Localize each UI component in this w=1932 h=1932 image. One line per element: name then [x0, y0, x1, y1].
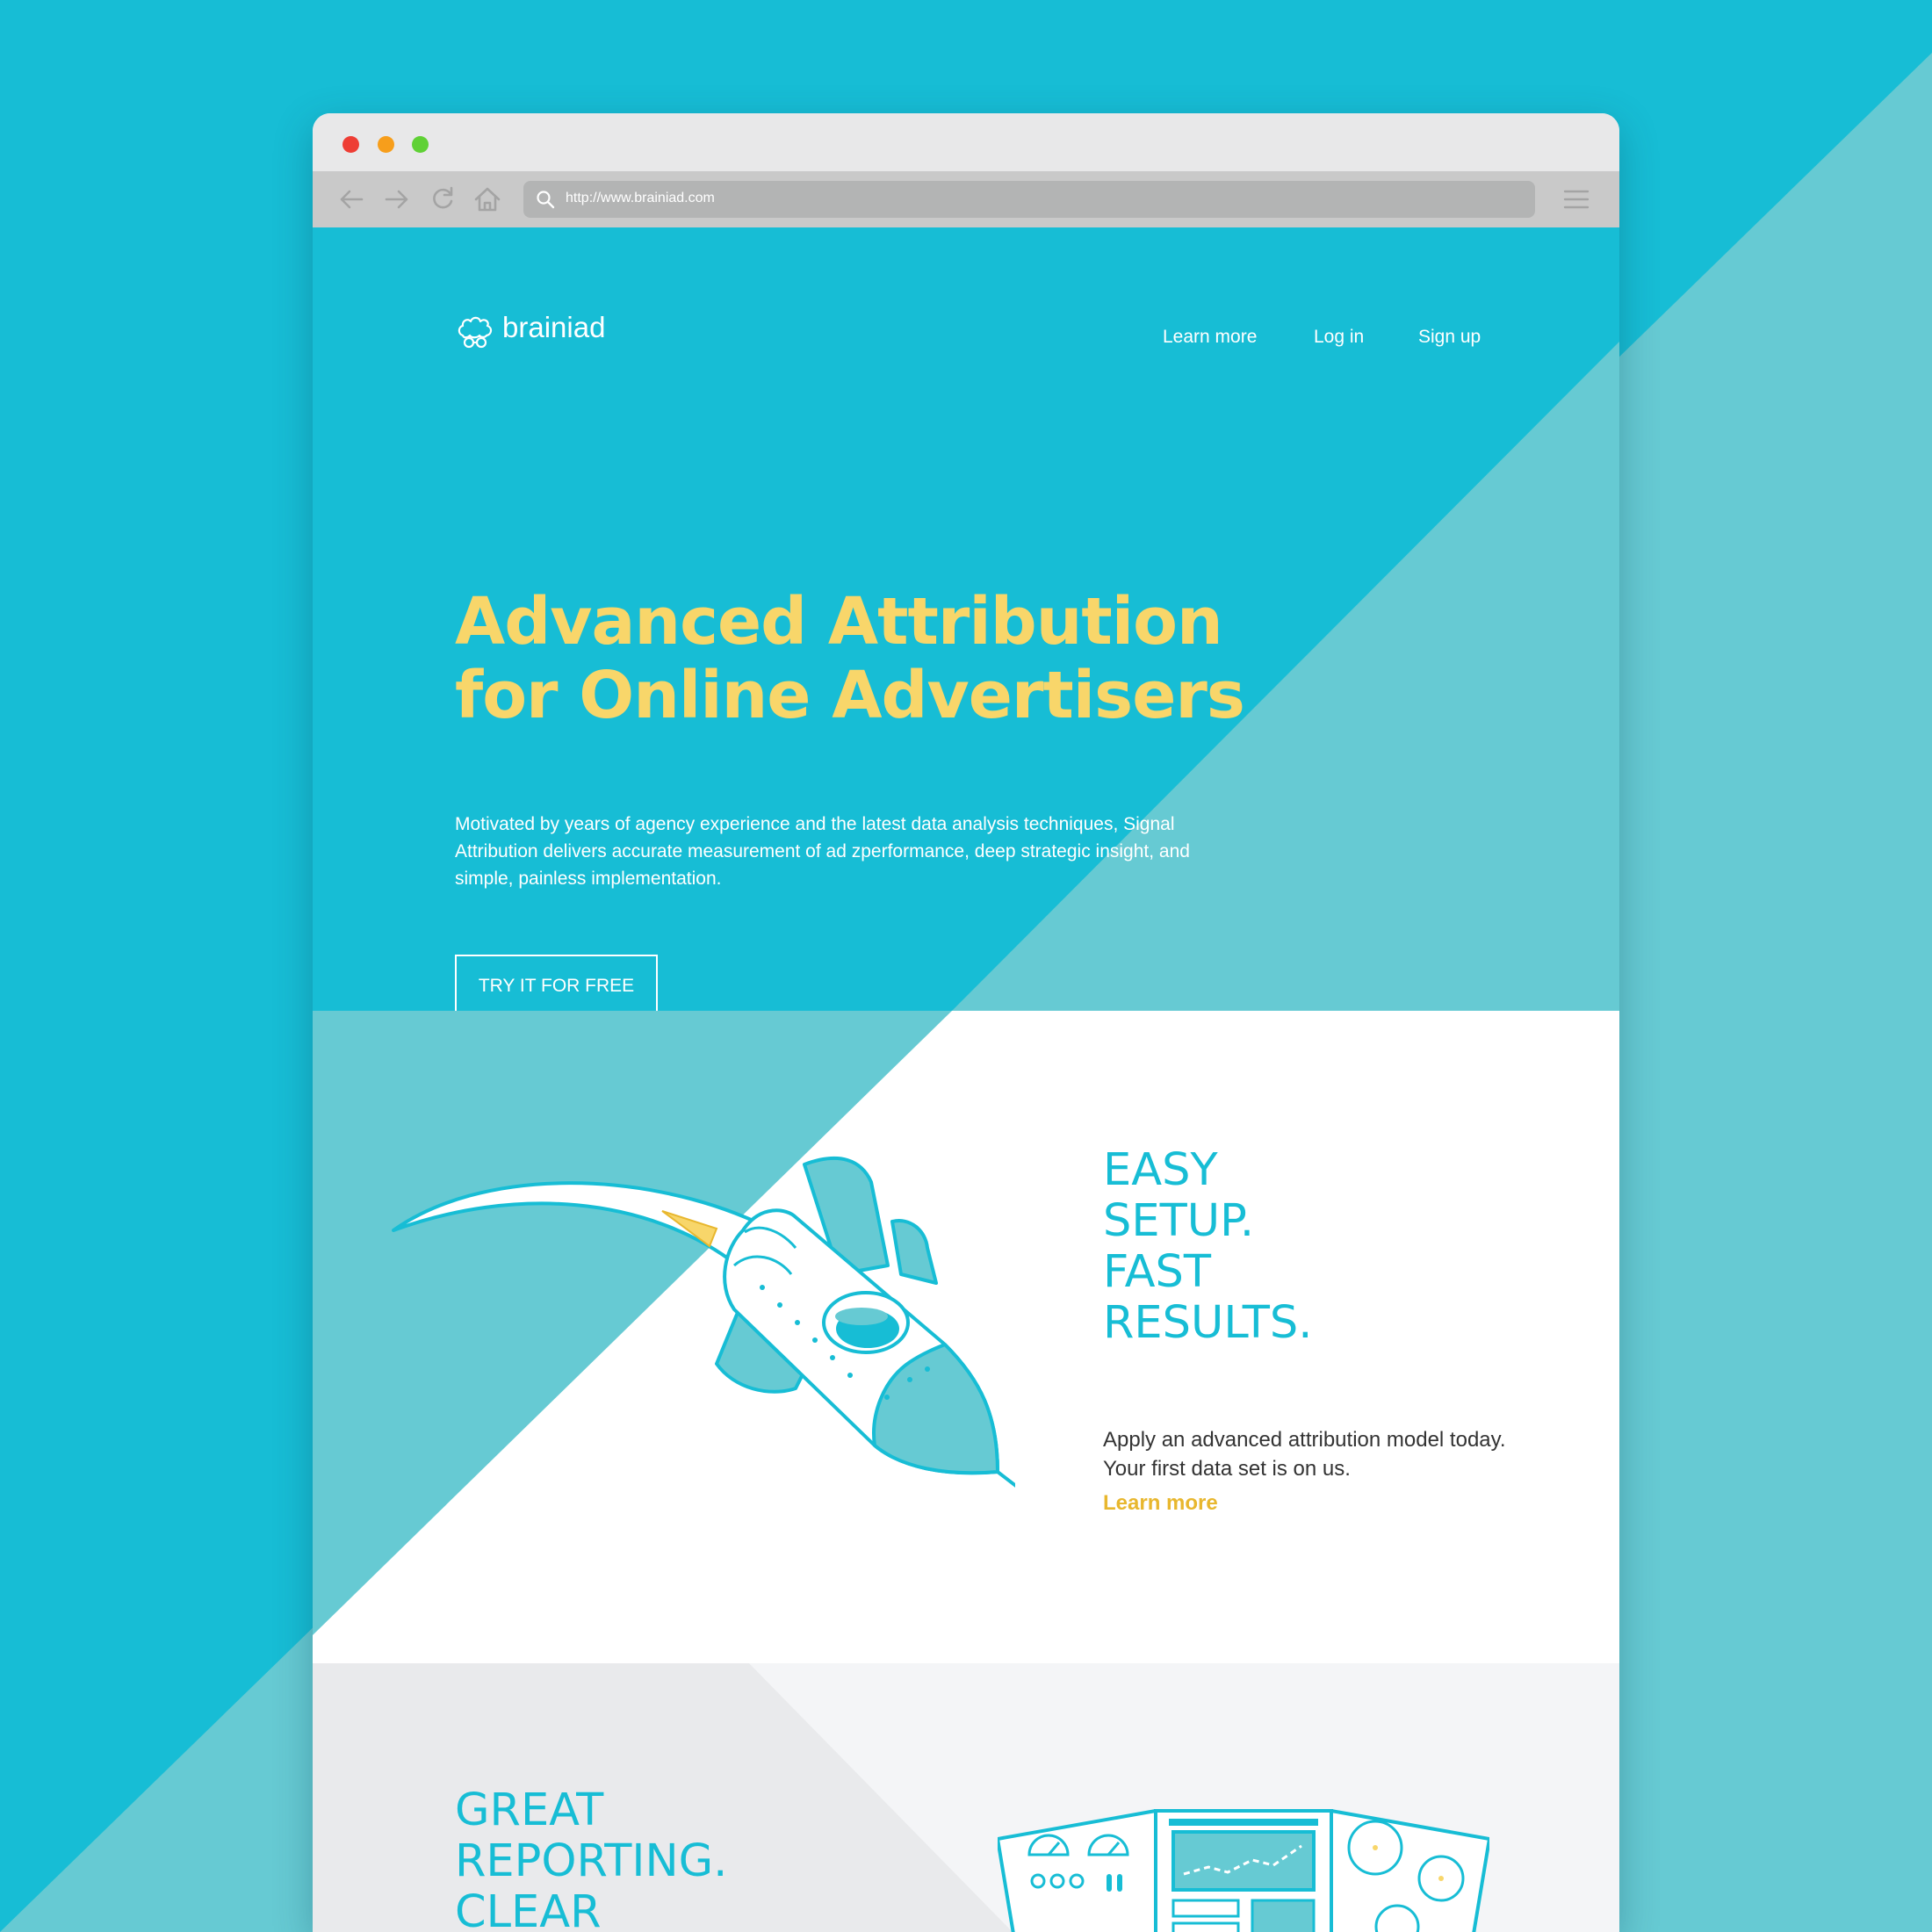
browser-toolbar: http://www.brainiad.com — [313, 171, 1619, 227]
home-icon[interactable] — [472, 184, 503, 215]
great-reporting-heading-line-2: REPORTING. — [455, 1835, 728, 1887]
browser-window: http://www.brainiad.com brainiad Learn m… — [313, 113, 1619, 1932]
address-bar[interactable]: http://www.brainiad.com — [523, 181, 1535, 218]
web-page: brainiad Learn more Log in Sign up Advan… — [313, 227, 1619, 1932]
easy-setup-heading: EASY SETUP. FAST RESULTS. — [1103, 1145, 1313, 1349]
easy-setup-heading-line-2: SETUP. — [1103, 1195, 1255, 1247]
minimize-window-button[interactable] — [378, 136, 394, 153]
nav-learn-more-link[interactable]: Learn more — [1163, 327, 1257, 348]
try-it-for-free-button[interactable]: TRY IT FOR FREE — [455, 955, 658, 1011]
easy-setup-heading-line-1: EASY — [1103, 1144, 1218, 1196]
nav-sign-up-link[interactable]: Sign up — [1418, 327, 1481, 348]
close-window-button[interactable] — [342, 136, 359, 153]
easy-setup-heading-line-4: RESULTS. — [1103, 1297, 1313, 1349]
hero-description: Motivated by years of agency experience … — [455, 814, 1190, 889]
easy-setup-section: EASY SETUP. FAST RESULTS. Apply an advan… — [313, 1011, 1619, 1663]
maximize-window-button[interactable] — [412, 136, 429, 153]
reload-icon[interactable] — [427, 184, 458, 215]
great-reporting-section: GREAT REPORTING. CLEAR — [313, 1663, 1619, 1932]
easy-setup-learn-more-link[interactable]: Learn more — [1103, 1491, 1218, 1516]
hero-title: Advanced Attribution for Online Advertis… — [455, 585, 1245, 732]
hero-section: brainiad Learn more Log in Sign up Advan… — [313, 227, 1619, 1011]
back-arrow-icon[interactable] — [335, 184, 367, 215]
address-url: http://www.brainiad.com — [566, 191, 715, 205]
great-reporting-heading-line-3: CLEAR — [455, 1886, 602, 1932]
great-reporting-heading: GREAT REPORTING. CLEAR — [455, 1785, 727, 1932]
hero-title-line-1: Advanced Attribution — [455, 584, 1223, 660]
search-icon — [537, 191, 555, 209]
control-panel-illustration — [998, 1809, 1489, 1932]
rocket-illustration — [392, 1156, 1015, 1488]
hamburger-menu-icon[interactable] — [1563, 187, 1590, 212]
easy-setup-heading-line-3: FAST — [1103, 1246, 1212, 1298]
forward-arrow-icon[interactable] — [381, 184, 413, 215]
easy-setup-description: Apply an advanced attribution model toda… — [1103, 1428, 1506, 1481]
great-reporting-heading-line-1: GREAT — [455, 1784, 604, 1836]
logo-wordmark: brainiad — [502, 311, 606, 343]
hero-title-line-2: for Online Advertisers — [455, 658, 1245, 733]
brain-icon — [458, 316, 493, 349]
browser-titlebar — [313, 113, 1619, 171]
nav-log-in-link[interactable]: Log in — [1314, 327, 1364, 348]
